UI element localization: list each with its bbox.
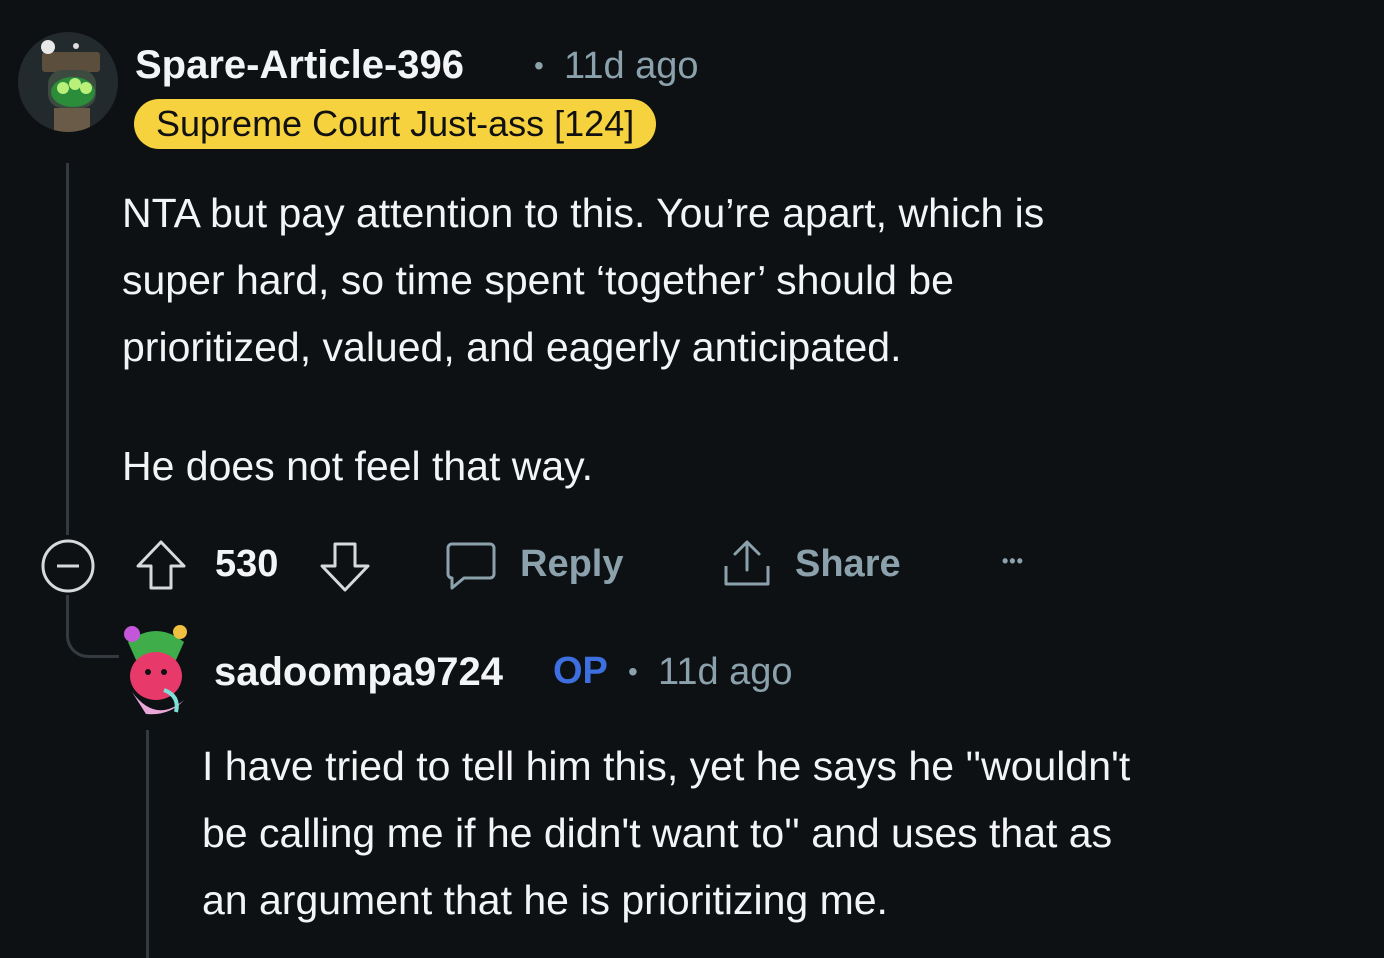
user-flair: Supreme Court Just-ass [124] — [134, 99, 657, 149]
share-button[interactable]: Share — [795, 543, 901, 586]
comment-line: prioritized, valued, and eagerly anticip… — [122, 324, 902, 370]
comment-time[interactable]: 11d ago — [564, 45, 699, 88]
thread-line — [66, 163, 69, 535]
reply-body: I have tried to tell him this, yet he sa… — [202, 733, 1130, 934]
share-icon[interactable] — [720, 536, 774, 590]
separator-dot: • — [628, 656, 638, 687]
separator-dot: • — [534, 50, 544, 81]
avatar[interactable] — [18, 32, 118, 132]
reply-line: be calling me if he didn't want to'' and… — [202, 810, 1113, 856]
reply-thread-line — [146, 730, 149, 958]
reply-button[interactable]: Reply — [520, 543, 623, 586]
comment-author[interactable]: Spare-Article-396 — [135, 43, 464, 88]
reply-line: an argument that he is prioritizing me. — [202, 877, 888, 923]
comment-line: super hard, so time spent ‘together’ sho… — [122, 257, 954, 303]
downvote-icon[interactable] — [318, 540, 372, 594]
reply-connector — [66, 595, 119, 658]
reply-time[interactable]: 11d ago — [658, 651, 793, 694]
comment-icon[interactable] — [444, 538, 498, 592]
comment-line: He does not feel that way. — [122, 443, 594, 489]
op-badge: OP — [553, 650, 608, 692]
vote-score: 530 — [215, 543, 279, 585]
upvote-icon[interactable] — [134, 538, 188, 592]
comment-body: NTA but pay attention to this. You’re ap… — [122, 180, 1044, 500]
comment-line: NTA but pay attention to this. You’re ap… — [122, 190, 1045, 236]
collapse-icon[interactable] — [40, 538, 96, 594]
reply-line: I have tried to tell him this, yet he sa… — [202, 743, 1131, 789]
more-options-icon[interactable]: ••• — [1002, 551, 1024, 572]
reply-author[interactable]: sadoompa9724 — [214, 650, 503, 695]
robot-avatar — [41, 40, 100, 132]
avatar[interactable] — [118, 620, 194, 724]
slime-avatar — [124, 625, 187, 715]
